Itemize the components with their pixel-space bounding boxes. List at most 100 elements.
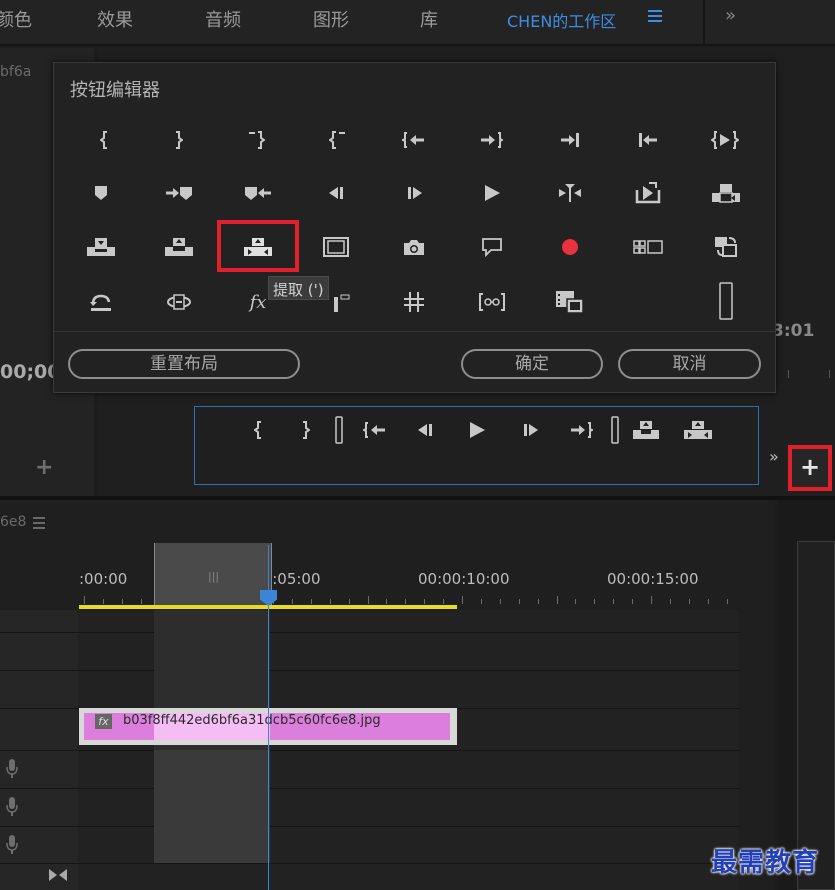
go-to-in-icon[interactable] <box>394 123 434 157</box>
ruler-tick <box>499 599 501 604</box>
go-to-prev-marker-icon[interactable] <box>238 176 278 210</box>
track-divider <box>0 863 740 864</box>
workspace-bar: 颜色 效果 音频 图形 库 CHEN的工作区 » <box>0 0 835 46</box>
ruler-tick <box>405 599 407 604</box>
mark-out-icon[interactable] <box>287 415 323 445</box>
mic-icon[interactable] <box>5 758 19 780</box>
ruler-tick <box>480 599 482 604</box>
ruler-tick <box>707 599 709 604</box>
step-forward-icon[interactable] <box>513 415 549 445</box>
extract-icon[interactable] <box>680 415 716 445</box>
add-marker-icon[interactable] <box>81 176 121 210</box>
mic-icon[interactable] <box>5 834 19 856</box>
camera-icon[interactable] <box>394 230 434 264</box>
go-to-out-icon[interactable] <box>471 123 511 157</box>
loop-icon[interactable] <box>81 285 121 319</box>
ruler-tick <box>367 596 369 604</box>
ok-button[interactable]: 确定 <box>461 349 603 379</box>
source-add-button[interactable]: + <box>35 455 53 480</box>
tab-color[interactable]: 颜色 <box>0 6 32 32</box>
audio-meter <box>797 541 835 890</box>
clip-fx-badge: fx <box>95 714 112 729</box>
sequence-menu-icon[interactable] <box>33 517 45 532</box>
button-editor-add-button[interactable]: + <box>788 445 832 491</box>
spacer-icon[interactable] <box>706 281 746 321</box>
tab-audio[interactable]: 音频 <box>205 6 241 32</box>
toggle-proxies-icon[interactable] <box>706 230 746 264</box>
transport-controls <box>194 406 759 485</box>
vr-video-icon[interactable] <box>159 285 199 319</box>
step-forward-icon[interactable] <box>395 176 435 210</box>
ruler-tick <box>462 596 463 604</box>
spacer-icon[interactable] <box>321 415 357 445</box>
play-in-to-out-icon[interactable] <box>705 123 745 157</box>
ruler-tick <box>688 599 690 604</box>
lift-icon[interactable] <box>81 230 121 264</box>
comment-icon[interactable] <box>472 230 512 264</box>
ruler-tick <box>575 599 577 604</box>
show-guides-icon[interactable] <box>394 285 434 319</box>
ruler-tick <box>329 599 331 604</box>
track-divider <box>0 826 740 827</box>
more-workspaces-icon[interactable]: » <box>725 5 736 26</box>
tab-graphics[interactable]: 图形 <box>313 6 349 32</box>
show-rulers-icon[interactable] <box>550 285 590 319</box>
track-divider <box>0 788 740 789</box>
multicam-icon[interactable] <box>628 230 668 264</box>
lift-icon[interactable] <box>628 415 664 445</box>
go-to-prev-edit-icon[interactable] <box>628 123 668 157</box>
watermark-logo: 最需教育 <box>711 848 820 878</box>
clear-in-icon[interactable] <box>318 123 358 157</box>
transport-more-icon[interactable]: » <box>769 447 779 466</box>
workspace-menu-icon[interactable] <box>648 10 662 25</box>
mark-clip-icon[interactable] <box>236 123 276 157</box>
step-back-icon[interactable] <box>407 415 443 445</box>
track-divider <box>0 670 740 671</box>
mark-out-icon[interactable] <box>158 123 198 157</box>
go-to-next-edit-icon[interactable] <box>550 123 590 157</box>
ruler-tick <box>348 599 350 604</box>
ruler-tick <box>140 599 142 604</box>
go-to-out-icon[interactable] <box>563 415 599 445</box>
in-out-track-range <box>154 750 270 863</box>
ruler-tick <box>726 599 728 604</box>
ruler-tick <box>632 599 634 604</box>
source-timecode[interactable]: 00;00 <box>0 361 60 383</box>
ruler-tick <box>386 599 388 604</box>
extract-tooltip: 提取 (') <box>268 276 329 300</box>
zoom-fit-icon[interactable] <box>48 867 68 883</box>
tab-chen-workspace[interactable]: CHEN的工作区 <box>507 8 616 32</box>
dialog-separator <box>54 331 775 332</box>
tab-libraries[interactable]: 库 <box>420 6 438 32</box>
step-back-icon[interactable] <box>316 176 356 210</box>
track-divider <box>0 750 740 751</box>
go-to-in-icon[interactable] <box>357 415 393 445</box>
go-to-next-marker-icon[interactable] <box>159 176 199 210</box>
insert-icon[interactable] <box>159 230 199 264</box>
source-clip-id: bf6a <box>0 64 32 80</box>
trim-icon[interactable] <box>550 176 590 210</box>
range-grip-icon[interactable]: ||| <box>208 570 219 583</box>
overwrite-icon[interactable] <box>706 176 746 210</box>
safe-margins-icon[interactable] <box>316 230 356 264</box>
ruler-tick <box>829 370 830 378</box>
ruler-tick <box>84 596 85 604</box>
play-button[interactable] <box>459 415 495 445</box>
ruler-tick <box>594 599 596 604</box>
mark-in-icon[interactable] <box>241 415 277 445</box>
export-frame-icon[interactable] <box>628 176 668 210</box>
ruler-tick <box>651 596 652 604</box>
dialog-title: 按钮编辑器 <box>70 80 160 101</box>
sequence-tab[interactable]: 6e8 <box>0 514 26 530</box>
program-duration: 3:01 <box>772 321 815 341</box>
mark-in-icon[interactable] <box>85 123 125 157</box>
compare-view-icon[interactable] <box>472 285 512 319</box>
reset-layout-button[interactable]: 重置布局 <box>68 349 300 379</box>
mic-icon[interactable] <box>5 796 19 818</box>
play-stop-icon[interactable] <box>472 176 512 210</box>
record-icon[interactable] <box>550 230 590 264</box>
cancel-button[interactable]: 取消 <box>618 349 761 379</box>
ruler-tick <box>121 599 123 604</box>
ruler-tick <box>518 599 520 604</box>
tab-effects[interactable]: 效果 <box>97 6 133 32</box>
